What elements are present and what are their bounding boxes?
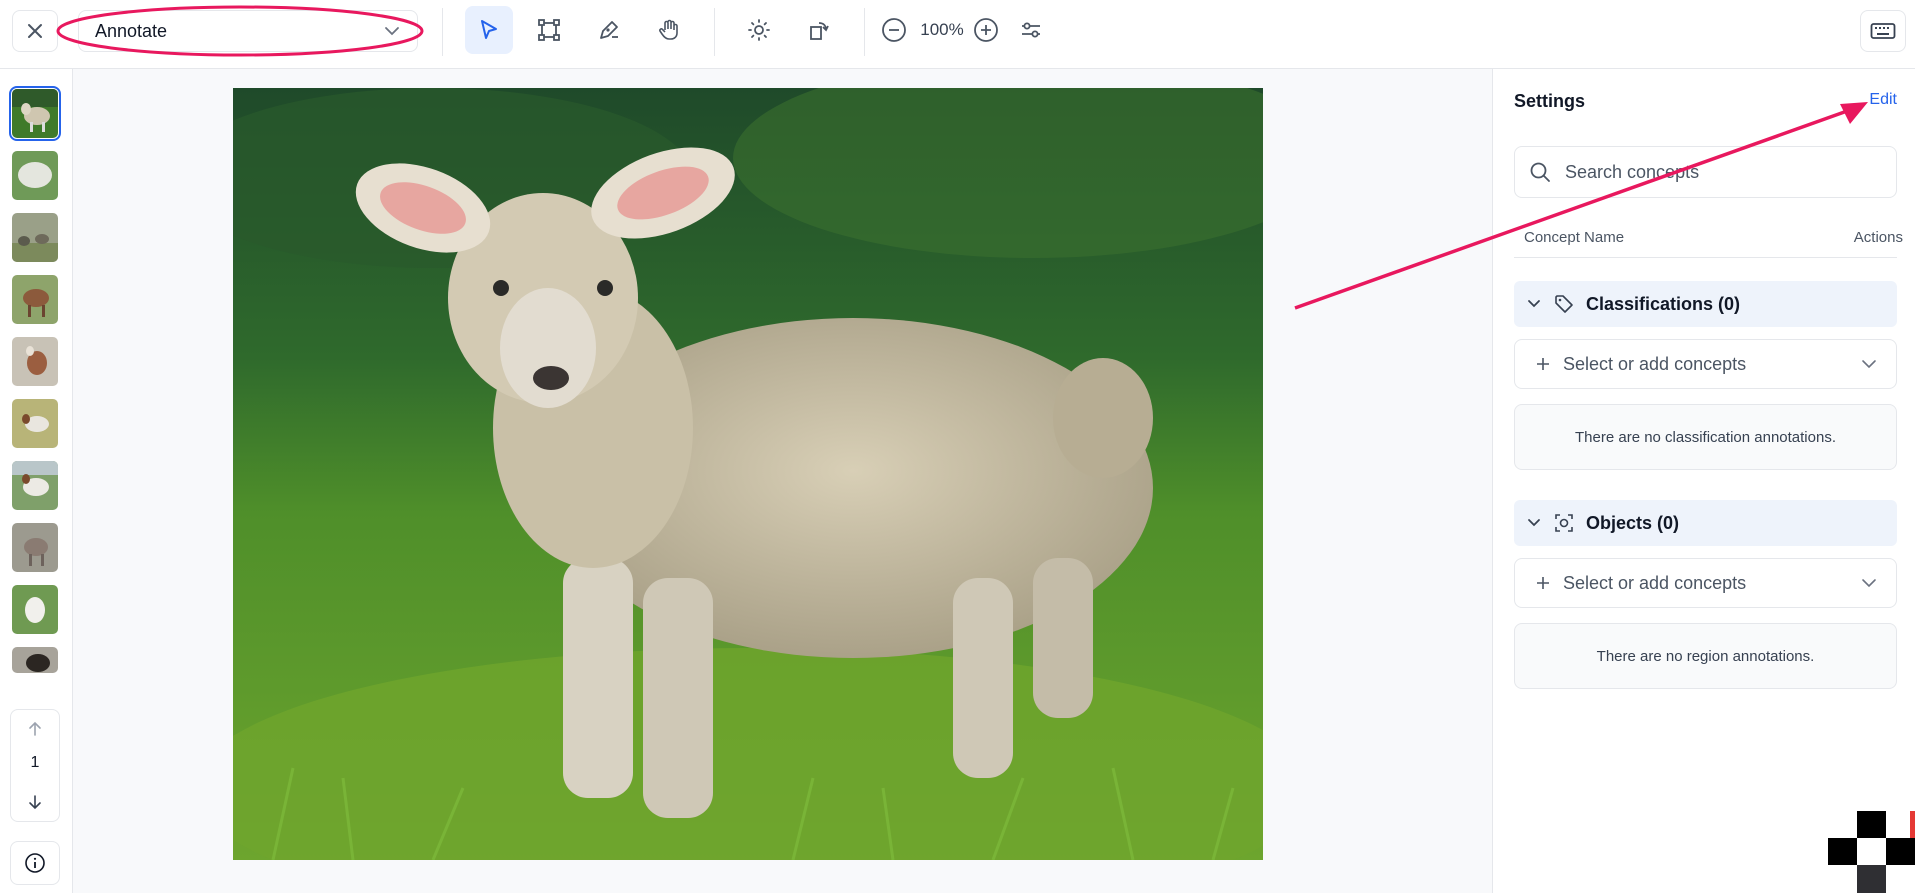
plus-icon xyxy=(1537,358,1549,370)
close-button[interactable] xyxy=(12,10,58,52)
keyboard-shortcuts-button[interactable] xyxy=(1860,10,1906,52)
thumbnail-black-goat[interactable] xyxy=(12,647,58,673)
classifications-label: Classifications (0) xyxy=(1586,293,1741,314)
mode-select-dropdown[interactable]: Annotate xyxy=(78,10,418,52)
objects-label: Objects (0) xyxy=(1586,512,1680,533)
objects-section-header[interactable]: Objects (0) xyxy=(1514,500,1897,546)
tag-icon xyxy=(1555,295,1573,313)
divider xyxy=(1514,257,1897,258)
classifications-select-label: Select or add concepts xyxy=(1563,353,1747,374)
plus-circle-icon xyxy=(974,18,998,42)
thumbnail-white-goat[interactable] xyxy=(12,461,58,510)
minus-circle-icon xyxy=(882,18,906,42)
toolbar-divider xyxy=(442,8,443,56)
thumbnail-sidebar: 1 xyxy=(0,69,73,893)
sliders-icon xyxy=(1022,22,1040,38)
objects-select-concepts[interactable]: Select or add concepts xyxy=(1514,558,1897,608)
settings-title: Settings xyxy=(1514,91,1586,111)
keyboard-icon xyxy=(1870,23,1896,39)
cursor-arrow-icon xyxy=(481,20,497,39)
pen-tool-icon xyxy=(600,21,618,39)
chevron-down-icon xyxy=(385,27,399,36)
thumbnail-white-sheep[interactable] xyxy=(12,151,58,200)
classifications-empty-state: There are no classification annotations. xyxy=(1514,404,1897,470)
pan-tool-button[interactable] xyxy=(645,6,693,54)
search-icon xyxy=(1530,162,1550,182)
brightness-tool-button[interactable] xyxy=(735,6,783,54)
page-navigator: 1 xyxy=(10,709,60,822)
plus-icon xyxy=(1537,577,1549,589)
settings-panel: Settings Edit Concept Name Actions Class… xyxy=(1492,69,1915,893)
info-button[interactable] xyxy=(10,841,60,885)
polygon-pen-tool-button[interactable] xyxy=(585,6,633,54)
bounding-box-tool-button[interactable] xyxy=(525,6,573,54)
corner-widget xyxy=(1828,811,1915,893)
thumbnail-brown-goat-standing[interactable] xyxy=(12,337,58,386)
toolbar-divider xyxy=(714,8,715,56)
classifications-select-concepts[interactable]: Select or add concepts xyxy=(1514,339,1897,389)
objects-empty-state: There are no region annotations. xyxy=(1514,623,1897,689)
thumbnail-grey-goat[interactable] xyxy=(12,523,58,572)
thumbnail-lamb[interactable] xyxy=(9,86,61,141)
edit-link[interactable]: Edit xyxy=(1869,91,1897,109)
toolbar-divider xyxy=(864,8,865,56)
column-header-concept-name: Concept Name xyxy=(1524,229,1625,246)
adjustments-button[interactable] xyxy=(1010,6,1052,54)
rotate-tool-button[interactable] xyxy=(795,6,843,54)
bounding-box-icon xyxy=(538,19,560,41)
zoom-level: 100% xyxy=(920,20,964,39)
column-header-actions: Actions xyxy=(1853,229,1903,246)
objects-select-label: Select or add concepts xyxy=(1563,572,1747,593)
arrow-up-icon[interactable] xyxy=(26,720,44,738)
page-number: 1 xyxy=(30,754,40,771)
thumbnail-goat-white-brown[interactable] xyxy=(12,399,58,448)
top-toolbar: Annotate 100% xyxy=(0,0,1915,69)
select-tool-button[interactable] xyxy=(465,6,513,54)
chevron-down-icon xyxy=(1862,579,1876,588)
mode-select-label: Annotate xyxy=(95,20,168,41)
rotate-icon xyxy=(810,22,829,40)
chevron-down-icon xyxy=(1862,360,1876,369)
info-icon xyxy=(25,853,45,873)
search-concepts-input[interactable] xyxy=(1563,160,1883,184)
close-icon xyxy=(28,24,42,38)
search-concepts-field[interactable] xyxy=(1514,146,1897,198)
arrow-down-icon[interactable] xyxy=(26,793,44,811)
thumbnail-goats-group[interactable] xyxy=(12,213,58,262)
hand-icon xyxy=(659,19,678,40)
region-target-icon xyxy=(1555,514,1573,532)
zoom-out-button[interactable] xyxy=(873,6,915,54)
zoom-in-button[interactable] xyxy=(965,6,1007,54)
sun-icon xyxy=(748,19,770,41)
thumbnail-white-goat-standing[interactable] xyxy=(12,585,58,634)
chevron-down-icon xyxy=(1528,519,1540,527)
chevron-down-icon xyxy=(1528,300,1540,308)
thumbnail-brown-goat[interactable] xyxy=(12,275,58,324)
annotation-image-lamb[interactable] xyxy=(233,88,1263,860)
classifications-section-header[interactable]: Classifications (0) xyxy=(1514,281,1897,327)
